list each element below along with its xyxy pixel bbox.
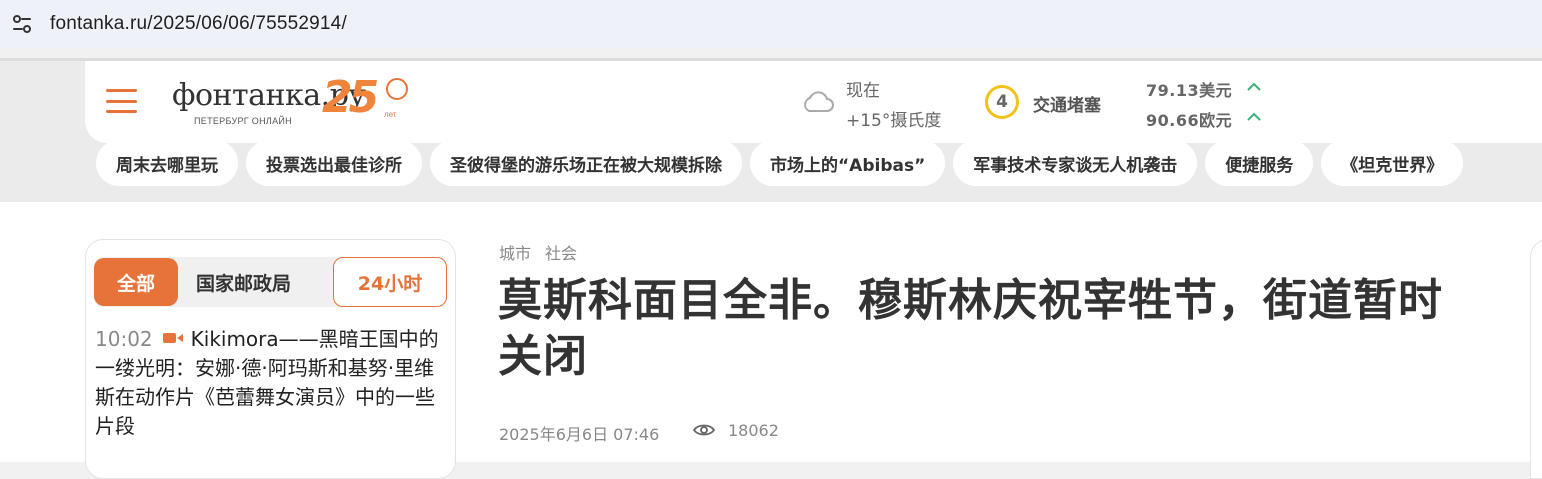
logo-anniversary: 25 bbox=[322, 72, 379, 123]
weather-temperature[interactable]: +15°摄氏度 bbox=[846, 106, 941, 131]
traffic-level-badge[interactable]: 4 bbox=[985, 85, 1019, 119]
tab-all[interactable]: 全部 bbox=[94, 258, 178, 306]
video-camera-icon bbox=[162, 332, 183, 343]
news-time: 10:02 bbox=[95, 327, 153, 351]
browser-toolbar: fontanka.ru/2025/06/06/75552914/ bbox=[0, 0, 1542, 48]
topic-chip[interactable]: 军事技术专家谈无人机袭击 bbox=[953, 140, 1198, 186]
menu-icon[interactable] bbox=[106, 89, 137, 113]
tab-state-post[interactable]: 国家邮政局 bbox=[196, 258, 291, 306]
traffic-label[interactable]: 交通堵塞 bbox=[1033, 91, 1101, 116]
url-text[interactable]: fontanka.ru/2025/06/06/75552914/ bbox=[50, 13, 347, 35]
weather-now-label: 现在 bbox=[846, 81, 880, 101]
right-sidebar-card bbox=[1530, 239, 1542, 479]
currency-usd[interactable]: 79.13美元 bbox=[1146, 77, 1232, 101]
currency-eur[interactable]: 90.66欧元 bbox=[1146, 107, 1232, 131]
trend-up-icon bbox=[1247, 112, 1261, 121]
view-count: 18062 bbox=[728, 421, 779, 440]
topic-chip[interactable]: 圣彼得堡的游乐场正在被大规模拆除 bbox=[430, 140, 742, 186]
topic-chip[interactable]: 便捷服务 bbox=[1205, 140, 1314, 186]
article-title: 莫斯科面目全非。穆斯林庆祝宰牲节，街道暂时关闭 bbox=[498, 275, 1443, 382]
site-info-icon[interactable] bbox=[6, 8, 38, 40]
breadcrumb: 城市 社会 bbox=[499, 240, 577, 264]
address-bar[interactable]: fontanka.ru/2025/06/06/75552914/ bbox=[0, 0, 1542, 48]
topic-chip[interactable]: 投票选出最佳诊所 bbox=[246, 140, 422, 186]
logo-ring-icon bbox=[386, 78, 408, 100]
topic-chip[interactable]: 《坦克世界》 bbox=[1321, 140, 1464, 186]
topic-chip[interactable]: 周末去哪里玩 bbox=[96, 140, 238, 186]
eye-icon bbox=[693, 424, 715, 436]
site-logo[interactable]: фонтанка.ру ПЕТЕРБУРГ ОНЛАЙН 25 лет bbox=[172, 72, 412, 131]
tab-24-hours[interactable]: 24小时 bbox=[333, 257, 447, 307]
breadcrumb-item[interactable]: 城市 bbox=[499, 240, 531, 264]
trend-up-icon bbox=[1247, 82, 1261, 91]
news-list-item[interactable]: 10:02 Kikimora——黑暗王国中的一缕光明：安娜·德·阿玛斯和基努·里维… bbox=[95, 325, 447, 441]
logo-subtitle: ПЕТЕРБУРГ ОНЛАЙН bbox=[194, 116, 292, 126]
topic-chips: 周末去哪里玩 投票选出最佳诊所 圣彼得堡的游乐场正在被大规模拆除 市场上的“Ab… bbox=[96, 140, 1464, 188]
logo-anniversary-unit: лет bbox=[384, 110, 397, 119]
cloud-icon bbox=[804, 91, 834, 112]
topic-chip[interactable]: 市场上的“Abibas” bbox=[750, 140, 946, 186]
article-date: 2025年6月6日 07:46 bbox=[499, 425, 660, 444]
breadcrumb-item[interactable]: 社会 bbox=[545, 240, 577, 264]
